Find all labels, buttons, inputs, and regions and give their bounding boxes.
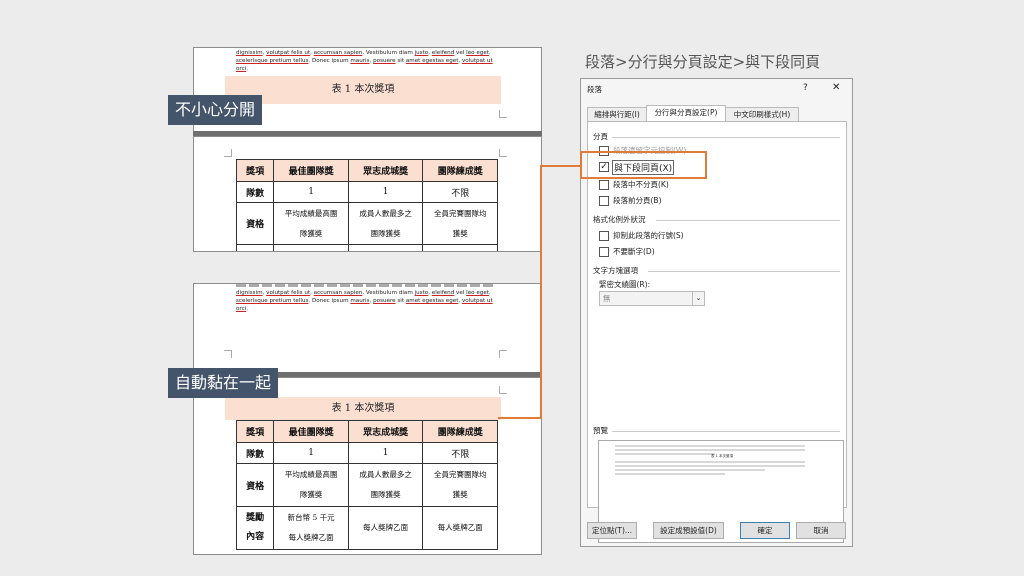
doc-together-page2: 表 1 本次獎項 獎項 最佳團隊獎 眾志成城獎 團隊練成獎 隊數 1 1 不限 …: [193, 377, 542, 555]
cancel-button[interactable]: 取消: [796, 522, 846, 539]
table-cell: 成員人數最多之 團隊獲獎: [347, 463, 424, 507]
page-corner-mark: [499, 149, 507, 157]
doc-together-page1: dignissim, volutpat felis ut, accumsan s…: [193, 283, 542, 373]
table-cell: 平均成績最高團 隊獲獎: [273, 463, 349, 507]
tab-panel: 分頁 段落遺留字元控制(W) ✓ 與下段同頁(X) 段落中不分頁(K) 段落前分…: [587, 121, 847, 543]
table-cell: 每人獎牌乙面: [347, 506, 424, 550]
page-corner-mark: [224, 350, 232, 358]
section-divider: [648, 271, 840, 272]
page-break-before-checkbox[interactable]: [599, 196, 609, 206]
table-row-label: 資格: [235, 463, 275, 507]
lorem-line: orci.: [236, 306, 249, 312]
keep-lines-together-checkbox[interactable]: [599, 180, 609, 190]
cut-text-strip: [236, 284, 494, 287]
table-row-label: 資格: [235, 202, 275, 245]
section-divider: [612, 431, 840, 432]
pagination-header: 分頁: [593, 132, 608, 141]
keep-lines-together-label: 段落中不分頁(K): [613, 180, 669, 189]
table-cell: 1: [347, 181, 424, 203]
close-button[interactable]: ✕: [832, 82, 840, 93]
section-divider: [656, 220, 840, 221]
connector-line: [498, 417, 542, 419]
page-break-before-label: 段落前分頁(B): [613, 196, 662, 205]
table-cell: 成員人數最多之 團隊獲獎: [347, 202, 424, 245]
tab-asian-typography[interactable]: 中文印刷樣式(H): [725, 107, 799, 122]
table-row-label: 隊數: [235, 442, 275, 464]
table-cell: 平均成績最高團 隊獲獎: [273, 202, 349, 245]
lorem-line: orci.: [236, 66, 249, 72]
page-corner-mark: [224, 149, 232, 157]
highlight-box: [580, 151, 707, 179]
table-row-label: 獎勵 內容: [235, 506, 275, 550]
slide-title: 段落>分行與分頁設定>與下段同頁: [585, 53, 821, 71]
ok-button[interactable]: 確定: [740, 522, 790, 539]
table-cell: 全員完賽團隊均 獲獎: [422, 202, 498, 245]
table-cell: 1: [273, 181, 349, 203]
lorem-line: scelerisque pretium tellus. Donec ipsum …: [236, 58, 493, 64]
exceptions-header: 格式化例外狀況: [593, 215, 646, 224]
connector-line: [540, 165, 581, 167]
lorem-line: scelerisque pretium tellus. Donec ipsum …: [236, 298, 493, 304]
paragraph-dialog: 段落 ? ✕ 縮排與行距(I) 分行與分頁設定(P) 中文印刷樣式(H) 分頁 …: [580, 78, 853, 547]
dont-hyphenate-label: 不要斷字(D): [613, 247, 655, 256]
suppress-line-numbers-checkbox[interactable]: [599, 231, 609, 241]
table-cell: 1: [347, 442, 424, 464]
award-table: 獎項 最佳團隊獎 眾志成城獎 團隊練成獎 隊數 1 1 不限 資格 平均成績最高…: [235, 420, 498, 550]
table-cell: 新台幣 5 千元 每人獎牌乙面: [273, 506, 349, 550]
chevron-down-icon: ⌄: [692, 292, 704, 305]
table-cell: 不限: [422, 181, 498, 203]
table-cell: 全員完賽團隊均 獲獎: [422, 463, 498, 507]
page-corner-mark: [499, 350, 507, 358]
page-corner-mark: [499, 110, 507, 118]
table-caption: 表 1 本次獎項: [225, 76, 501, 104]
lorem-text: dignissim, volutpat felis ut, accumsan s…: [236, 49, 494, 73]
table-header: 最佳團隊獎: [273, 420, 349, 443]
preview-header: 預覽: [593, 426, 608, 435]
table-header: 最佳團隊獎: [273, 159, 349, 182]
dont-hyphenate-checkbox[interactable]: [599, 247, 609, 257]
set-default-button[interactable]: 設定成預設值(D): [653, 522, 724, 539]
table-cell: 1: [273, 442, 349, 464]
table-header: 眾志成城獎: [347, 420, 424, 443]
tab-indents-spacing[interactable]: 縮排與行距(I): [587, 107, 647, 122]
table-header: 團隊練成獎: [422, 159, 498, 182]
section-divider: [612, 137, 840, 138]
label-split: 不小心分開: [168, 95, 263, 125]
table-row-label: 隊數: [235, 181, 275, 203]
table-header: 眾志成城獎: [347, 159, 424, 182]
table-header: 獎項: [235, 420, 275, 443]
textbox-options-header: 文字方塊選項: [593, 266, 638, 275]
table-caption: 表 1 本次獎項: [225, 397, 501, 420]
help-button[interactable]: ?: [803, 83, 808, 93]
table-header: 獎項: [235, 159, 275, 182]
lorem-text: dignissim, volutpat felis ut, accumsan s…: [236, 284, 494, 313]
preview-title: 表 1 本次獎項: [711, 454, 733, 458]
label-together: 自動黏在一起: [168, 368, 279, 398]
dialog-title: 段落: [587, 85, 602, 94]
tab-line-page-breaks[interactable]: 分行與分頁設定(P): [646, 105, 726, 122]
lorem-line: dignissim, volutpat felis ut, accumsan s…: [236, 290, 491, 296]
award-table: 獎項 最佳團隊獎 眾志成城獎 團隊練成獎 隊數 1 1 不限 資格 平均成績最高…: [235, 159, 498, 251]
wrap-select-value: 無: [603, 294, 611, 303]
suppress-line-numbers-label: 抑制此段落的行號(S): [613, 231, 684, 240]
page-corner-mark: [499, 386, 507, 394]
tabs-button[interactable]: 定位點(T)...: [587, 522, 637, 539]
lorem-line: dignissim, volutpat felis ut, accumsan s…: [236, 50, 491, 56]
doc-split-page2: 獎項 最佳團隊獎 眾志成城獎 團隊練成獎 隊數 1 1 不限 資格 平均成績最高…: [193, 136, 542, 252]
wrap-label: 緊密文繞圖(R):: [599, 280, 651, 289]
table-cell: 每人獎牌乙面: [422, 506, 498, 550]
table-header: 團隊練成獎: [422, 420, 498, 443]
table-cell: 不限: [422, 442, 498, 464]
wrap-select[interactable]: 無 ⌄: [599, 291, 705, 306]
connector-line: [540, 165, 542, 419]
